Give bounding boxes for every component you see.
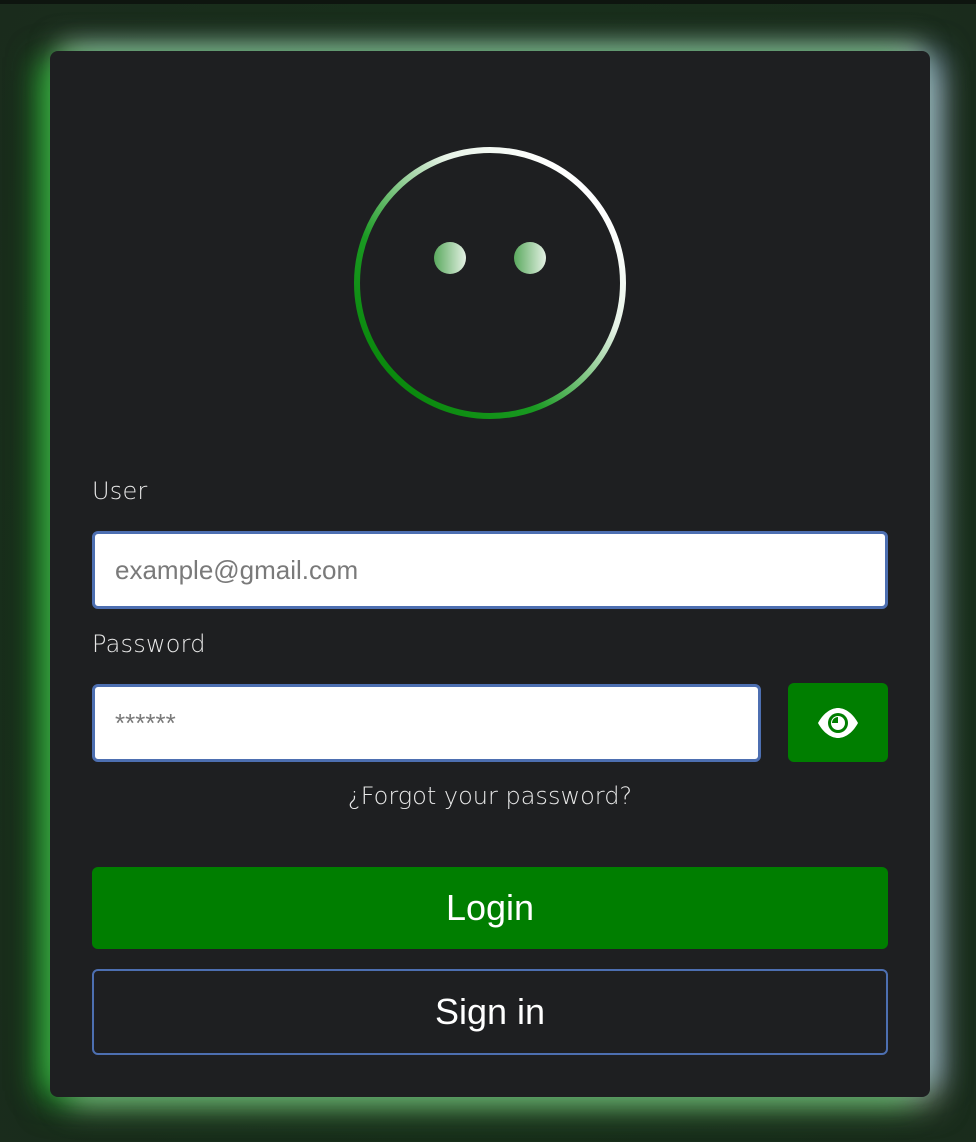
- sign-in-button[interactable]: Sign in: [92, 969, 888, 1055]
- grimacing-face-icon: [354, 147, 626, 419]
- password-input[interactable]: [92, 684, 761, 762]
- eye-icon: [818, 707, 858, 738]
- toggle-password-visibility-button[interactable]: [788, 683, 888, 762]
- forgot-password-link[interactable]: ¿Forgot your password?: [92, 782, 888, 810]
- login-page: User Password ¿Forgot your password? Log…: [0, 0, 976, 1142]
- user-label: User: [92, 477, 148, 505]
- user-email-input[interactable]: [92, 531, 888, 609]
- password-label: Password: [92, 630, 206, 658]
- top-edge: [0, 0, 976, 4]
- login-button[interactable]: Login: [92, 867, 888, 949]
- login-card: User Password ¿Forgot your password? Log…: [50, 51, 930, 1097]
